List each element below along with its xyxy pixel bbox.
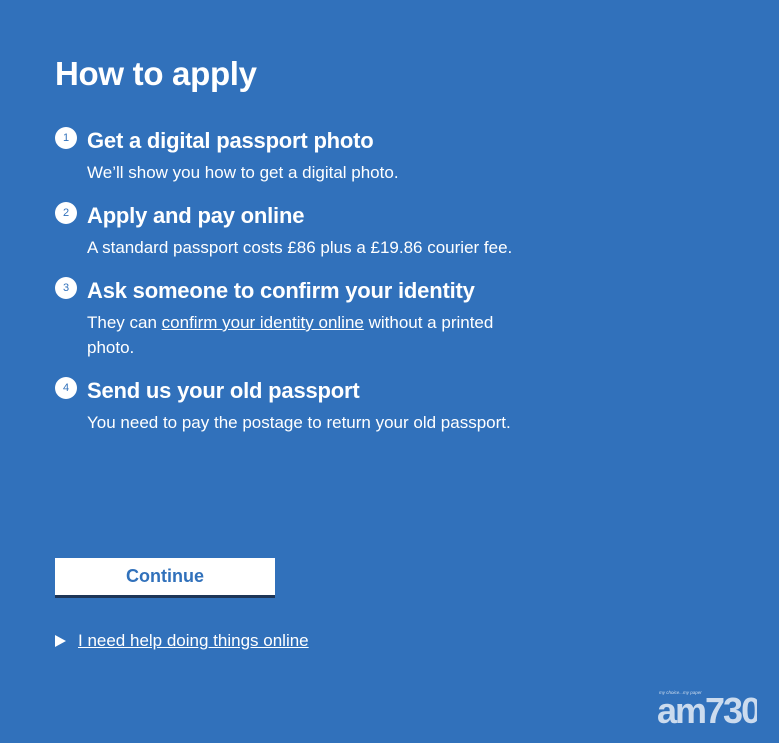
step-number-badge: 2	[55, 202, 77, 224]
confirm-identity-online-link[interactable]: confirm your identity online	[162, 313, 364, 332]
step-number-badge: 3	[55, 277, 77, 299]
triangle-right-icon	[55, 634, 66, 647]
help-online-link[interactable]: I need help doing things online	[78, 628, 309, 653]
help-details-toggle[interactable]: I need help doing things online	[55, 628, 309, 653]
svg-text:am730: am730	[657, 690, 757, 727]
step-title: Send us your old passport	[87, 378, 360, 403]
step-item: 3 Ask someone to confirm your identity T…	[55, 276, 515, 360]
page-title: How to apply	[55, 55, 257, 92]
step-number-badge: 1	[55, 127, 77, 149]
continue-button[interactable]: Continue	[55, 558, 275, 598]
step-description: A standard passport costs £86 plus a £19…	[87, 238, 513, 257]
step-description: They can confirm your identity online wi…	[87, 310, 515, 360]
step-title: Ask someone to confirm your identity	[87, 278, 475, 303]
steps-list: 1 Get a digital passport photo We’ll sho…	[55, 126, 515, 435]
step-description: We’ll show you how to get a digital phot…	[87, 163, 399, 182]
step-description: You need to pay the postage to return yo…	[87, 413, 511, 432]
step-number-badge: 4	[55, 377, 77, 399]
step-description-text: They can	[87, 313, 162, 332]
main-content: How to apply 1 Get a digital passport ph…	[55, 52, 515, 451]
step-item: 1 Get a digital passport photo We’ll sho…	[55, 126, 515, 185]
step-item: 4 Send us your old passport You need to …	[55, 376, 515, 435]
step-title: Get a digital passport photo	[87, 128, 374, 153]
am730-logo: my choice...my paper am730	[657, 690, 757, 727]
step-title: Apply and pay online	[87, 203, 305, 228]
step-item: 2 Apply and pay online A standard passpo…	[55, 201, 515, 260]
